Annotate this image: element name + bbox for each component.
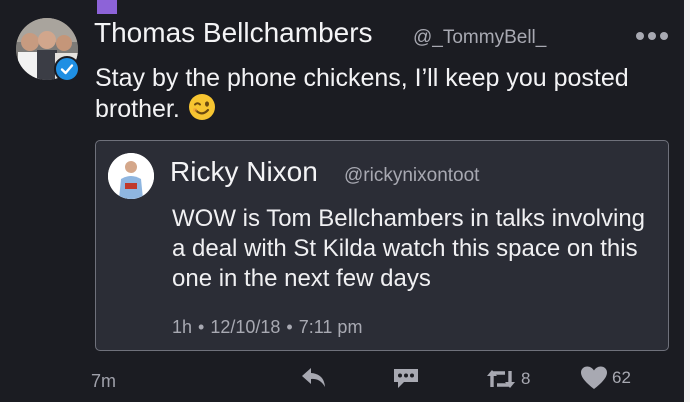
like-button[interactable]: 62 <box>580 365 631 391</box>
tweet-text: Stay by the phone chickens, I’ll keep yo… <box>95 63 655 124</box>
heart-icon <box>581 366 607 389</box>
retweet-count: 8 <box>521 369 531 388</box>
quoted-tweet-age: 1h <box>172 317 193 337</box>
meta-separator: • <box>286 317 293 337</box>
bookmark-tab-indicator <box>97 0 117 14</box>
reply-button[interactable] <box>299 365 329 391</box>
author-name[interactable]: Thomas Bellchambers <box>94 17 373 49</box>
quoted-tweet-text: WOW is Tom Bellchambers in talks involvi… <box>172 205 646 292</box>
quoted-author-name[interactable]: Ricky Nixon <box>170 156 318 188</box>
meta-separator: • <box>198 317 205 337</box>
winking-face-emoji <box>188 93 216 121</box>
retweet-button[interactable]: 8 <box>485 365 530 393</box>
quoted-author-avatar[interactable] <box>108 153 154 199</box>
quoted-author-handle[interactable]: @rickynixontoot <box>344 165 479 187</box>
direct-message-button[interactable] <box>391 365 421 391</box>
tweet-text-content: Stay by the phone chickens, I’ll keep yo… <box>95 64 629 123</box>
retweet-icon <box>487 370 515 388</box>
verified-badge-icon <box>54 56 80 82</box>
quoted-tweet-time: 7:11 pm <box>298 317 363 337</box>
like-count: 62 <box>612 368 631 387</box>
tweet-age: 7m <box>91 371 117 391</box>
quoted-author-avatar-photo <box>108 153 154 199</box>
quoted-tweet-card[interactable]: Ricky Nixon @rickynixontoot WOW is Tom B… <box>95 140 669 351</box>
direct-message-icon <box>394 369 418 388</box>
screen-right-edge <box>684 0 690 402</box>
quoted-tweet-meta: 1h • 12/10/18 • 7:11 pm <box>172 317 362 338</box>
quoted-tweet-date: 12/10/18 <box>210 317 281 337</box>
author-handle[interactable]: @_TommyBell_ <box>413 27 546 49</box>
more-dots-icon[interactable] <box>634 29 670 43</box>
reply-icon <box>302 368 325 387</box>
